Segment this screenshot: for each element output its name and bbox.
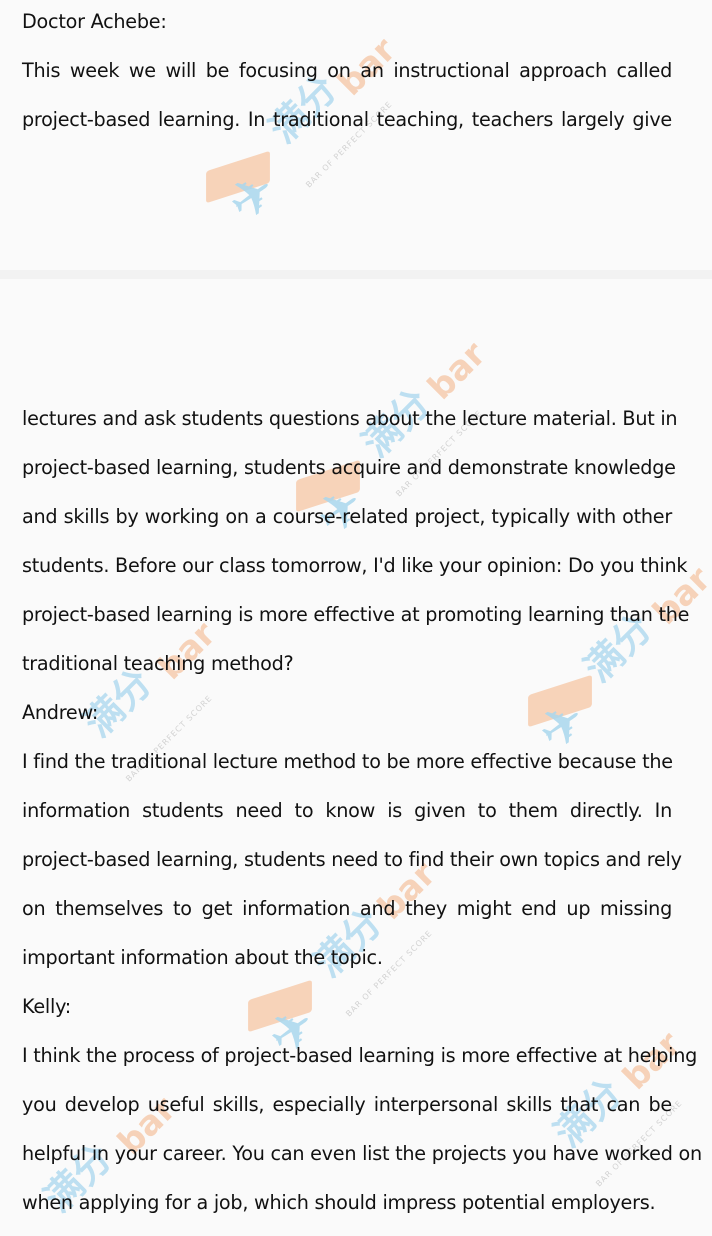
- watermark-brand-text: bar: [420, 334, 494, 408]
- text-line: project-based learning is more effective…: [22, 603, 690, 626]
- page-2-text: lectures and ask students questions abou…: [22, 407, 702, 1236]
- text-line: I find the traditional lecture method to…: [22, 750, 673, 773]
- speaker-kelly: Kelly:: [22, 995, 72, 1018]
- document-page-1: ✈ 满分 bar BAR OF PERFECT SCORE Doctor Ach…: [0, 0, 712, 270]
- text-line: lectures and ask students questions abou…: [22, 407, 678, 430]
- text-line: when applying for a job, which should im…: [22, 1191, 656, 1214]
- text-line: project-based learning, students need to…: [22, 848, 682, 871]
- text-line: This week we will be focusing on an inst…: [22, 59, 672, 82]
- text-line: important information about the topic.: [22, 946, 383, 969]
- watermark-plane-icon: ✈: [215, 157, 289, 236]
- text-line: helpful in your career. You can even lis…: [22, 1142, 702, 1165]
- text-line: traditional teaching method?: [22, 652, 294, 675]
- text-line: and skills by working on a course-relate…: [22, 505, 672, 528]
- document-page-2: ✈ 满分 bar BAR OF PERFECT SCORE ✈ 满分 bar 满…: [0, 279, 712, 1236]
- watermark-cap-icon: [206, 150, 270, 204]
- text-line: project-based learning, students acquire…: [22, 456, 676, 479]
- text-line: students. Before our class tomorrow, I'd…: [22, 554, 688, 577]
- text-line: project-based learning. In traditional t…: [22, 108, 672, 131]
- text-line: you develop useful skills, especially in…: [22, 1093, 672, 1116]
- page-1-text: Doctor Achebe: This week we will be focu…: [22, 11, 672, 158]
- text-line: information students need to know is giv…: [22, 799, 672, 822]
- text-line: on themselves to get information and the…: [22, 897, 672, 920]
- speaker-andrew: Andrew:: [22, 701, 99, 724]
- speaker-doctor-achebe: Doctor Achebe:: [22, 10, 167, 33]
- text-line: I think the process of project-based lea…: [22, 1044, 698, 1067]
